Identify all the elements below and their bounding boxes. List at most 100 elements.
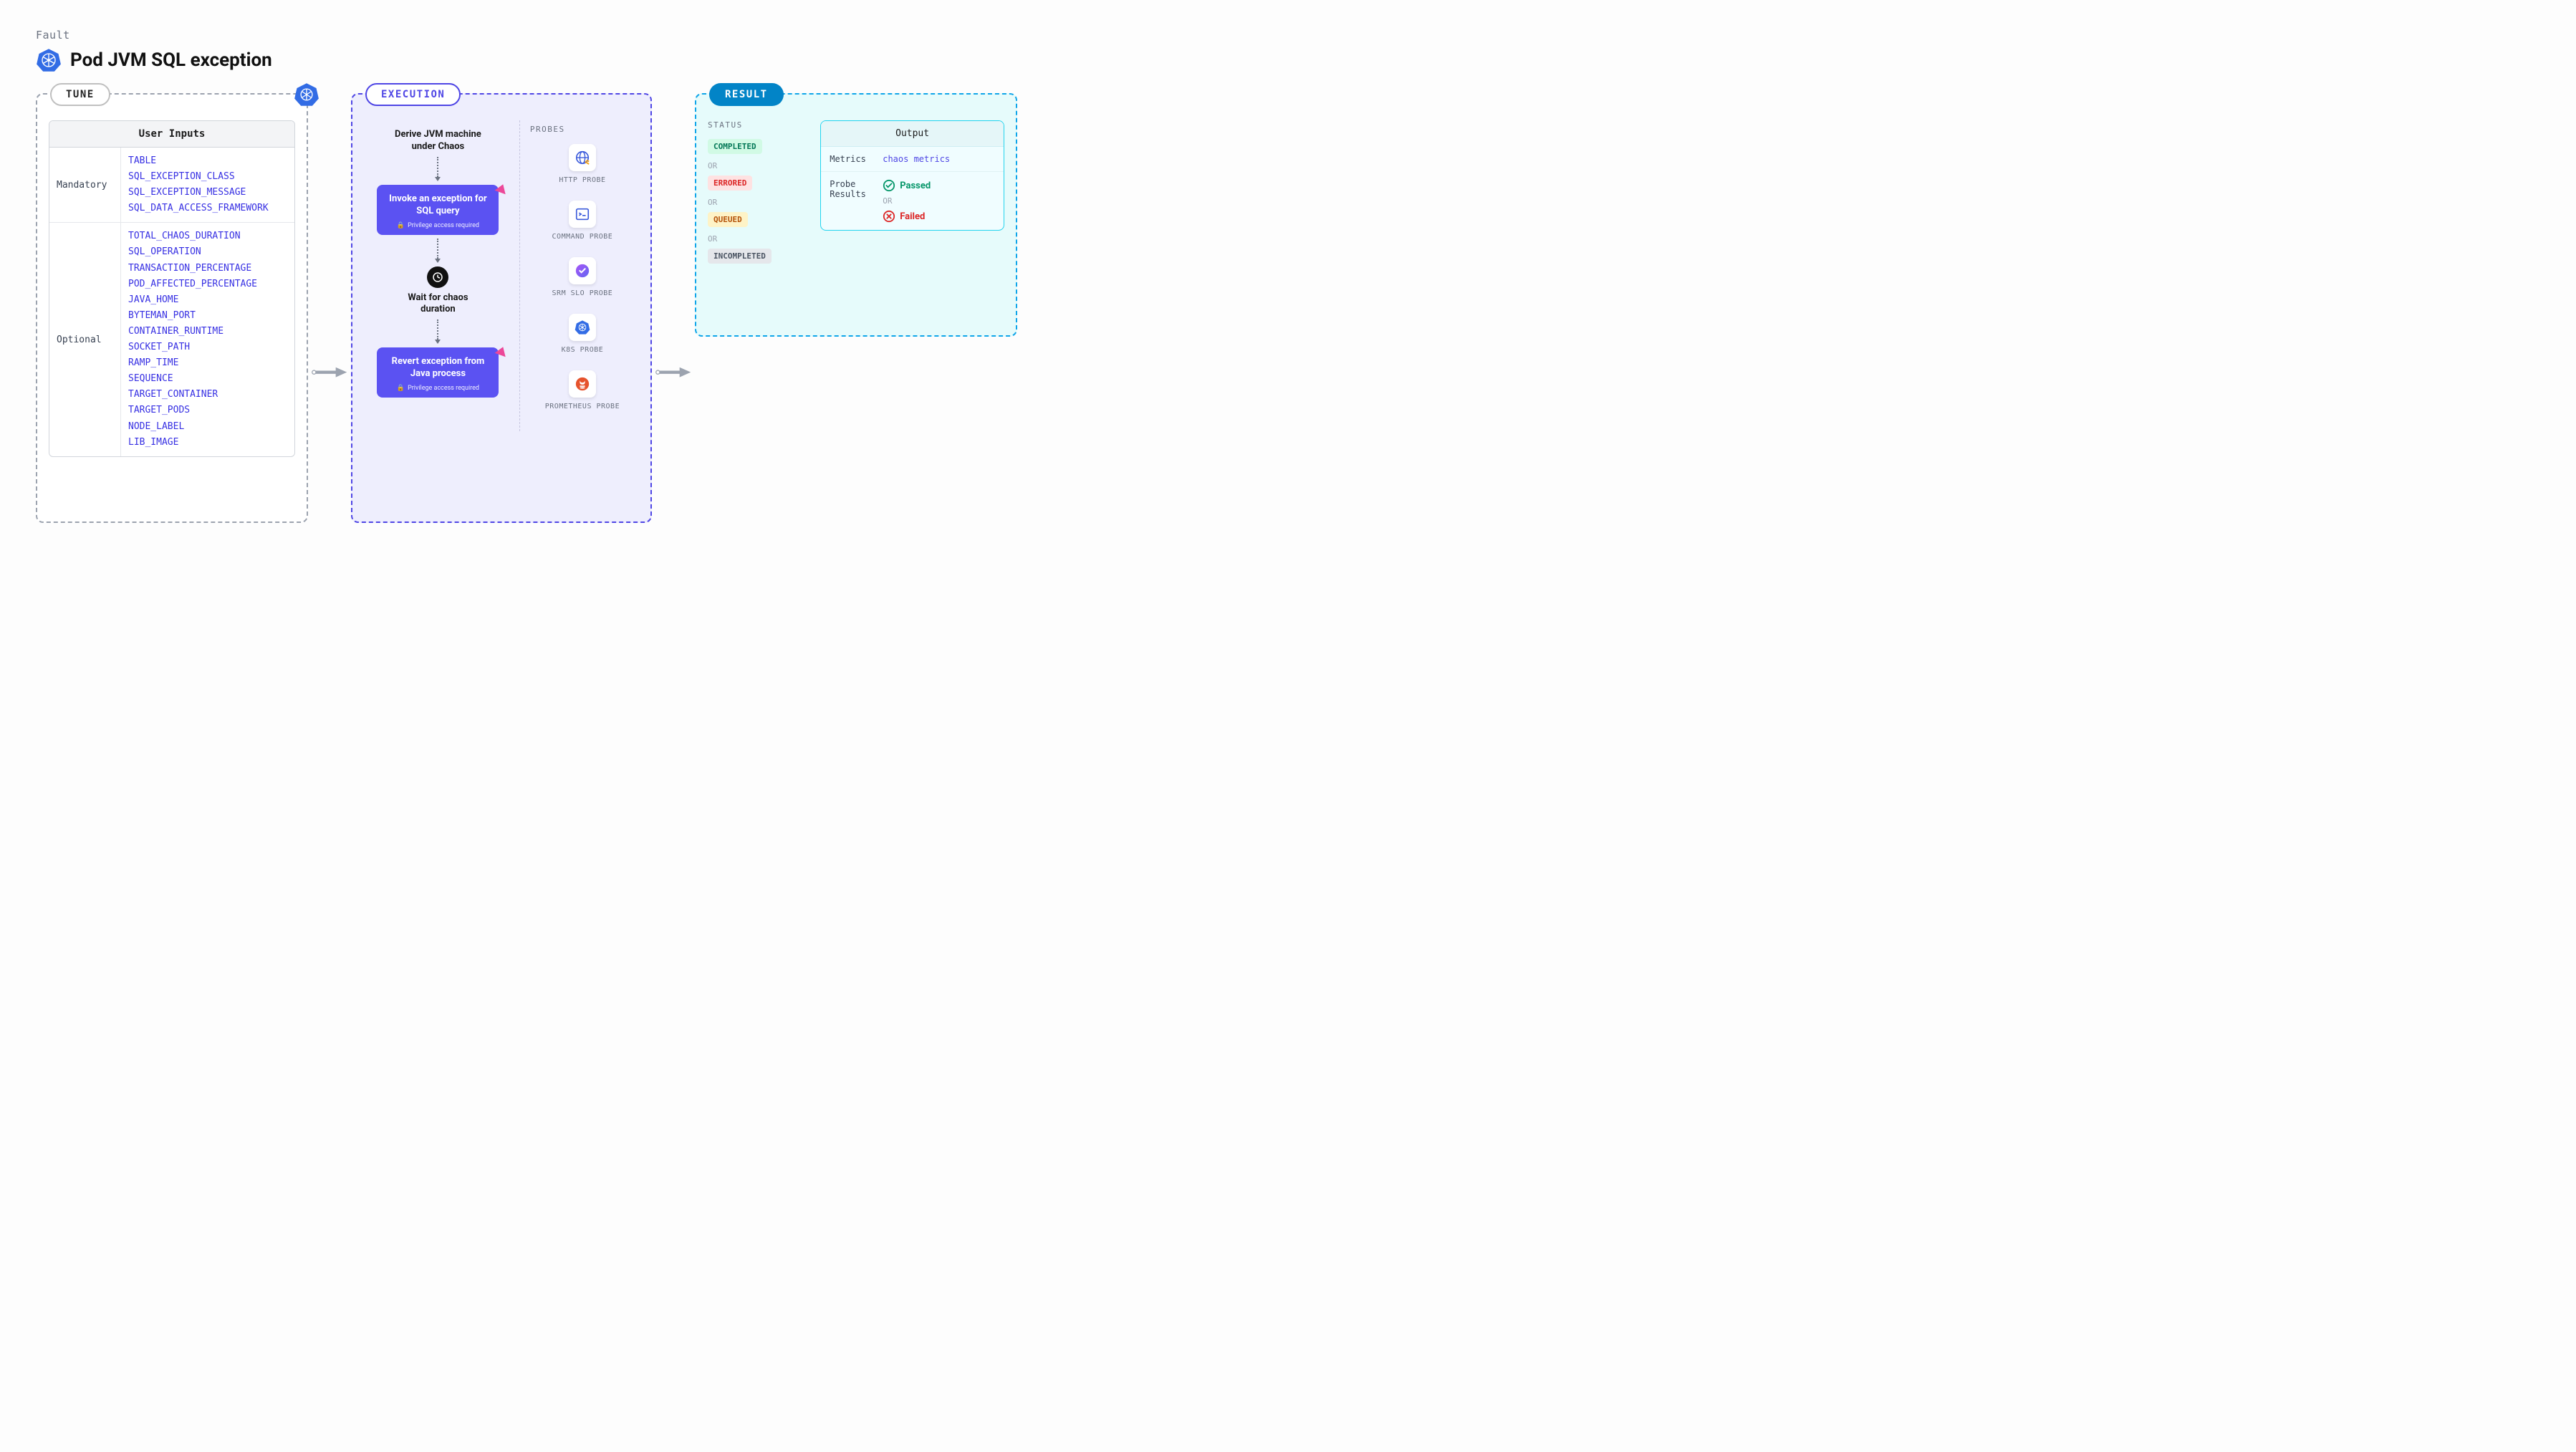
- output-column: Output Metrics chaos metrics Probe Resul…: [820, 120, 1004, 266]
- kubernetes-connector-icon: [294, 82, 319, 107]
- arrow-down-icon: [435, 235, 441, 266]
- param-item: TOTAL_CHAOS_DURATION: [128, 229, 287, 244]
- or-label: OR: [708, 234, 809, 244]
- output-probe-results-row: Probe Results Passed OR Failed: [821, 172, 1004, 230]
- param-item: RAMP_TIME: [128, 355, 287, 371]
- or-label: OR: [708, 161, 809, 170]
- ribbon-icon: [489, 181, 504, 196]
- probe-item: HTTP PROBE: [530, 144, 635, 185]
- optional-values: TOTAL_CHAOS_DURATIONSQL_OPERATIONTRANSAC…: [121, 223, 294, 456]
- probe-results-values: Passed OR Failed: [883, 179, 931, 223]
- lock-icon: 🔒: [397, 385, 405, 392]
- tune-pill: TUNE: [50, 83, 110, 106]
- execution-steps: Derive JVM machine under Chaos Invoke an…: [364, 120, 512, 431]
- param-item: NODE_LABEL: [128, 419, 287, 435]
- lock-icon: 🔒: [397, 222, 405, 229]
- step-derive: Derive JVM machine under Chaos: [384, 129, 491, 153]
- param-item: TRANSACTION_PERCENTAGE: [128, 261, 287, 277]
- probe-icon: [569, 370, 596, 398]
- probe-results-label: Probe Results: [830, 179, 875, 223]
- or-label: OR: [883, 196, 931, 206]
- output-metrics-row: Metrics chaos metrics: [821, 147, 1004, 172]
- status-incompleted: INCOMPLETED: [708, 249, 772, 264]
- status-column: STATUS COMPLETED OR ERRORED OR QUEUED OR…: [708, 120, 809, 266]
- probe-label: PROMETHEUS PROBE: [545, 402, 620, 411]
- arrow-down-icon: [435, 153, 441, 185]
- kubernetes-icon: [36, 47, 62, 73]
- param-item: SEQUENCE: [128, 371, 287, 387]
- step-wait: Wait for chaos duration: [398, 266, 477, 317]
- param-item: SQL_EXCEPTION_MESSAGE: [128, 185, 287, 201]
- param-item: TARGET_PODS: [128, 403, 287, 418]
- probe-item: COMMAND PROBE: [530, 201, 635, 241]
- step-revert-sub: 🔒Privilege access required: [387, 385, 489, 392]
- step-invoke-title: Invoke an exception for SQL query: [387, 193, 489, 218]
- flow-arrow-2: [652, 93, 695, 523]
- metrics-value: chaos metrics: [883, 154, 950, 164]
- param-item: SQL_EXCEPTION_CLASS: [128, 169, 287, 185]
- step-invoke-exception: Invoke an exception for SQL query 🔒Privi…: [377, 185, 499, 235]
- probe-item: SRM SLO PROBE: [530, 257, 635, 298]
- probe-icon: [569, 144, 596, 171]
- result-pill: RESULT: [709, 83, 784, 106]
- step-revert-exception: Revert exception from Java process 🔒Priv…: [377, 347, 499, 398]
- result-panel: RESULT STATUS COMPLETED OR ERRORED OR QU…: [695, 93, 1017, 337]
- param-item: SQL_DATA_ACCESS_FRAMEWORK: [128, 201, 287, 216]
- param-item: BYTEMAN_PORT: [128, 308, 287, 324]
- probe-label: COMMAND PROBE: [552, 232, 613, 241]
- flow-arrow-1: [308, 93, 351, 523]
- optional-row: Optional TOTAL_CHAOS_DURATIONSQL_OPERATI…: [49, 223, 294, 456]
- ribbon-icon: [489, 343, 504, 358]
- probe-result-failed: Failed: [883, 210, 931, 223]
- diagram: TUNE User Inputs Mandatory TABLESQL_EXCE…: [36, 93, 2540, 523]
- tune-panel: TUNE User Inputs Mandatory TABLESQL_EXCE…: [36, 93, 308, 523]
- probes-column: PROBES HTTP PROBE COMMAND PROBE SRM SLO PR…: [519, 120, 639, 431]
- mandatory-row: Mandatory TABLESQL_EXCEPTION_CLASSSQL_EX…: [49, 148, 294, 223]
- param-item: SOCKET_PATH: [128, 340, 287, 355]
- execution-panel: EXECUTION Derive JVM machine under Chaos…: [351, 93, 652, 523]
- output-header: Output: [821, 121, 1004, 147]
- probe-item: K8S PROBE: [530, 314, 635, 355]
- mandatory-values: TABLESQL_EXCEPTION_CLASSSQL_EXCEPTION_ME…: [121, 148, 294, 222]
- param-item: JAVA_HOME: [128, 292, 287, 308]
- param-item: POD_AFFECTED_PERCENTAGE: [128, 277, 287, 292]
- probe-icon: [569, 314, 596, 341]
- probes-title: PROBES: [530, 125, 635, 134]
- probe-label: HTTP PROBE: [559, 176, 605, 185]
- probe-label: SRM SLO PROBE: [552, 289, 613, 298]
- step-invoke-sub: 🔒Privilege access required: [387, 222, 489, 229]
- output-card: Output Metrics chaos metrics Probe Resul…: [820, 120, 1004, 231]
- probe-result-passed: Passed: [883, 179, 931, 192]
- param-item: SQL_OPERATION: [128, 244, 287, 260]
- param-item: TARGET_CONTAINER: [128, 387, 287, 403]
- probe-icon: [569, 257, 596, 284]
- status-errored: ERRORED: [708, 176, 752, 191]
- probe-item: PROMETHEUS PROBE: [530, 370, 635, 411]
- user-inputs-header: User Inputs: [49, 121, 294, 148]
- arrow-down-icon: [435, 316, 441, 347]
- status-queued: QUEUED: [708, 212, 748, 227]
- output-title: Output: [828, 128, 996, 139]
- status-completed: COMPLETED: [708, 139, 762, 154]
- probe-label: K8S PROBE: [562, 345, 604, 355]
- param-item: TABLE: [128, 153, 287, 169]
- step-revert-title: Revert exception from Java process: [387, 356, 489, 380]
- status-title: STATUS: [708, 120, 809, 130]
- metrics-label: Metrics: [830, 154, 875, 164]
- or-label: OR: [708, 198, 809, 207]
- clock-icon: [427, 266, 448, 288]
- step-wait-label: Wait for chaos duration: [398, 292, 477, 317]
- optional-label: Optional: [49, 223, 121, 456]
- user-inputs-card: User Inputs Mandatory TABLESQL_EXCEPTION…: [49, 120, 295, 457]
- fault-label: Fault: [36, 29, 2540, 42]
- param-item: LIB_IMAGE: [128, 435, 287, 451]
- mandatory-label: Mandatory: [49, 148, 121, 222]
- header: Fault Pod JVM SQL exception: [36, 29, 2540, 73]
- execution-pill: EXECUTION: [365, 83, 461, 106]
- param-item: CONTAINER_RUNTIME: [128, 324, 287, 340]
- title-row: Pod JVM SQL exception: [36, 47, 2540, 73]
- x-circle-icon: [883, 210, 895, 223]
- page-title: Pod JVM SQL exception: [70, 49, 272, 71]
- probe-icon: [569, 201, 596, 228]
- check-circle-icon: [883, 179, 895, 192]
